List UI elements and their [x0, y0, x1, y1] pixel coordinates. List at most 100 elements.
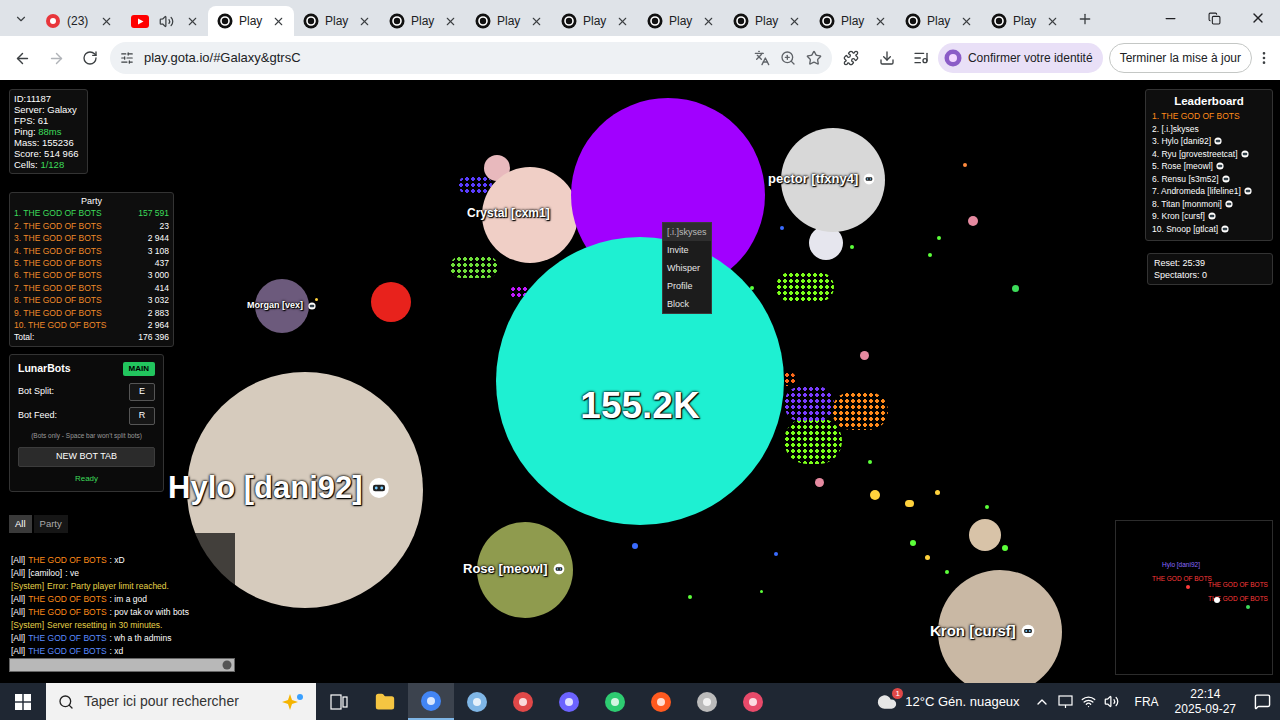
party-row[interactable]: 2. THE GOD OF BOTS23 [14, 220, 169, 232]
menu-button[interactable] [1254, 42, 1274, 74]
reload-button[interactable] [74, 42, 106, 74]
key-field[interactable]: E [129, 383, 155, 401]
food-pellet [1002, 545, 1008, 551]
tab-search-button[interactable] [6, 2, 36, 36]
close-tab-icon[interactable] [272, 15, 285, 28]
bookmark-star-icon[interactable] [806, 50, 822, 66]
task-view-button[interactable] [316, 683, 362, 720]
browser-tab[interactable]: Play [896, 6, 982, 36]
taskbar-app[interactable] [546, 683, 592, 720]
browser-tab[interactable]: Play [982, 6, 1068, 36]
start-button[interactable] [0, 683, 46, 720]
context-menu-item[interactable]: Invite [663, 241, 711, 259]
minimize-button[interactable] [1148, 0, 1192, 36]
chat-input[interactable] [9, 658, 235, 672]
chat-message: [All]THE GOD OF BOTS: xD [11, 554, 233, 567]
restore-button[interactable] [1192, 0, 1236, 36]
taskbar-app[interactable] [362, 683, 408, 720]
browser-tab[interactable]: Play [810, 6, 896, 36]
close-tab-icon[interactable] [616, 15, 629, 28]
browser-tab[interactable]: Play [552, 6, 638, 36]
emoji-icon[interactable] [222, 660, 232, 670]
taskbar-app[interactable] [592, 683, 638, 720]
browser-tab[interactable] [122, 6, 208, 36]
taskbar-app[interactable] [638, 683, 684, 720]
party-row[interactable]: 7. THE GOD OF BOTS414 [14, 282, 169, 294]
party-row[interactable]: 1. THE GOD OF BOTS157 591 [14, 207, 169, 219]
party-row[interactable]: 4. THE GOD OF BOTS3 108 [14, 245, 169, 257]
party-row[interactable]: 6. THE GOD OF BOTS3 000 [14, 269, 169, 281]
party-row[interactable]: 10. THE GOD OF BOTS2 964 [14, 319, 169, 331]
chat-tab[interactable]: Party [34, 515, 68, 533]
browser-tab[interactable]: Play [208, 6, 294, 36]
clock[interactable]: 22:142025-09-27 [1167, 687, 1244, 717]
game-canvas[interactable]: 155.2KHylo [dani92]Rose [meowl]Kron [cur… [0, 80, 1280, 683]
new-tab-button[interactable] [1068, 2, 1102, 36]
browser-tab[interactable]: Play [638, 6, 724, 36]
forward-button[interactable] [40, 42, 72, 74]
close-tab-icon[interactable] [1046, 15, 1059, 28]
taskbar-app[interactable] [500, 683, 546, 720]
address-field[interactable]: play.gota.io/#Galaxy&gtrsC [110, 42, 832, 74]
browser-tab[interactable]: Play [724, 6, 810, 36]
browser-tab[interactable]: Play [466, 6, 552, 36]
zoom-icon[interactable] [780, 50, 796, 66]
browser-tab[interactable]: (23) [36, 6, 122, 36]
browser-tab[interactable]: Play [294, 6, 380, 36]
close-tab-icon[interactable] [186, 15, 199, 28]
chat-message: [All]THE GOD OF BOTS: im a god [11, 593, 233, 606]
taskbar-app[interactable] [730, 683, 776, 720]
party-row[interactable]: 5. THE GOD OF BOTS437 [14, 257, 169, 269]
display-icon[interactable] [1058, 695, 1073, 709]
volume-icon[interactable] [1104, 694, 1119, 709]
notification-button[interactable] [1244, 683, 1280, 720]
chat-message: [All]THE GOD OF BOTS: pov tak ov with bo… [11, 606, 233, 619]
close-tab-icon[interactable] [358, 15, 371, 28]
language-indicator[interactable]: FRA [1127, 693, 1167, 711]
media-button[interactable] [906, 42, 936, 74]
context-menu-item[interactable]: Block [663, 295, 711, 313]
close-tab-icon[interactable] [788, 15, 801, 28]
taskbar-search[interactable]: Taper ici pour rechercher [46, 683, 316, 720]
tray-expand-icon[interactable] [1034, 694, 1050, 710]
weather-widget[interactable]: 112°C Gén. nuageux [871, 692, 1025, 712]
app-icon [742, 691, 764, 713]
party-row[interactable]: 3. THE GOD OF BOTS2 944 [14, 232, 169, 244]
translate-icon[interactable] [754, 50, 770, 66]
taskbar-app[interactable] [408, 683, 454, 720]
taskbar-app[interactable] [454, 683, 500, 720]
stat-line: Server: Galaxy [14, 104, 83, 115]
close-tab-icon[interactable] [874, 15, 887, 28]
robot-badge-icon [1225, 200, 1233, 208]
close-window-button[interactable] [1236, 0, 1280, 36]
mode-badge[interactable]: MAIN [123, 362, 155, 376]
identity-button[interactable]: Confirmer votre identité [938, 43, 1103, 73]
party-total: Total:176 396 [14, 331, 169, 343]
player-main-cell[interactable]: 155.2K [496, 237, 784, 525]
speaker-icon[interactable] [159, 14, 174, 29]
key-field[interactable]: R [129, 407, 155, 425]
update-button[interactable]: Terminer la mise à jour [1109, 43, 1252, 73]
close-tab-icon[interactable] [960, 15, 973, 28]
context-menu-item[interactable]: Profile [663, 277, 711, 295]
new-bot-tab-button[interactable]: NEW BOT TAB [18, 447, 155, 467]
close-tab-icon[interactable] [444, 15, 457, 28]
downloads-button[interactable] [870, 42, 904, 74]
network-icon[interactable] [1081, 694, 1096, 709]
chat-tab[interactable]: All [9, 515, 32, 533]
extensions-button[interactable] [834, 42, 868, 74]
leaderboard-entry: 8. Titan [monmoni] [1152, 198, 1266, 211]
party-row[interactable]: 8. THE GOD OF BOTS3 032 [14, 294, 169, 306]
party-panel: Party1. THE GOD OF BOTS157 5912. THE GOD… [9, 192, 174, 347]
app-icon [558, 691, 580, 713]
close-tab-icon[interactable] [702, 15, 715, 28]
party-row[interactable]: 9. THE GOD OF BOTS2 883 [14, 307, 169, 319]
browser-tab[interactable]: Play [380, 6, 466, 36]
taskbar-app[interactable] [684, 683, 730, 720]
back-button[interactable] [6, 42, 38, 74]
robot-badge-icon [1214, 137, 1222, 145]
close-tab-icon[interactable] [530, 15, 543, 28]
close-tab-icon[interactable] [100, 15, 113, 28]
context-menu-item[interactable]: Whisper [663, 259, 711, 277]
site-info-icon[interactable] [120, 51, 134, 65]
